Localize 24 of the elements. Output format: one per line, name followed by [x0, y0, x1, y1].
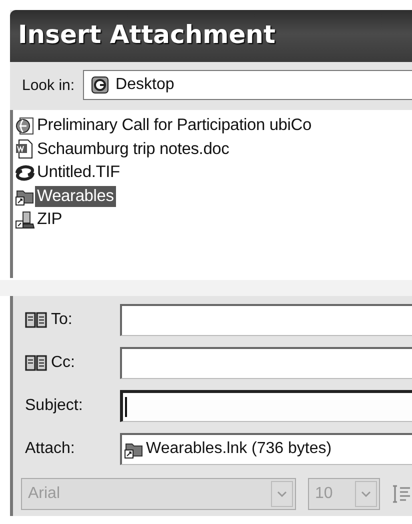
file-item[interactable]: Schaumburg trip notes.doc: [35, 138, 232, 160]
field-label: Attach:: [25, 440, 75, 458]
file-item[interactable]: Preliminary Call for Participation ubiCo: [35, 115, 314, 136]
globe-page-icon: [15, 116, 35, 136]
window-title: Insert Attachment: [17, 19, 276, 49]
field-label: Subject:: [25, 396, 83, 414]
drive-icon: [15, 210, 35, 230]
subject-field[interactable]: [120, 390, 412, 422]
swirl-icon: [15, 162, 35, 183]
desktop-icon: [90, 75, 110, 95]
address-field[interactable]: [120, 346, 412, 378]
address-book-icon: [25, 310, 47, 328]
file-item[interactable]: Wearables: [35, 186, 116, 207]
file-item[interactable]: Untitled.TIF: [35, 162, 122, 184]
document-icon: [15, 139, 35, 160]
field-label: Cc:: [51, 354, 75, 372]
attachment-field[interactable]: Wearables.lnk (736 bytes): [120, 432, 412, 464]
address-book-icon: [25, 354, 47, 372]
look-in-dropdown[interactable]: Desktop: [82, 70, 412, 100]
file-item[interactable]: ZIP: [35, 209, 64, 230]
address-field[interactable]: [120, 304, 412, 336]
look-in-label: Look in:: [22, 76, 75, 94]
field-label: To:: [51, 310, 72, 328]
numbered-list-icon[interactable]: [392, 483, 412, 505]
